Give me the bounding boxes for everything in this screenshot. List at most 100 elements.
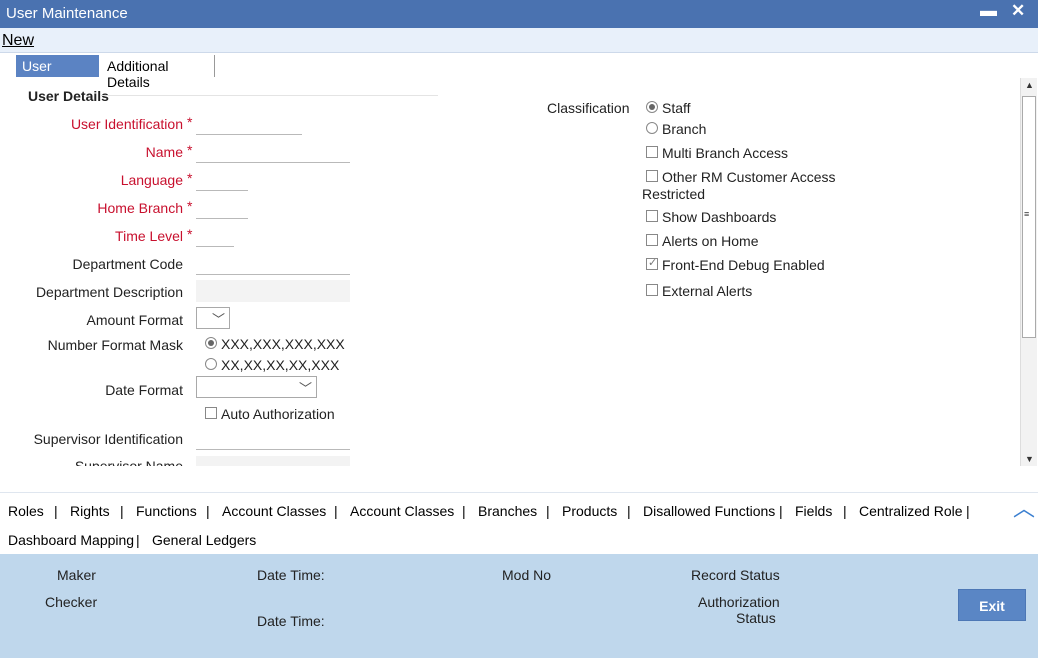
link-separator: | [966, 503, 970, 519]
number-format-radio-2[interactable] [205, 358, 217, 370]
supervisor-identification-field[interactable] [196, 428, 350, 450]
link-account-classes-2[interactable]: Account Classes [350, 503, 454, 519]
link-products[interactable]: Products [562, 503, 617, 519]
scroll-up-icon[interactable]: ▲ [1025, 80, 1034, 90]
required-marker: * [187, 114, 193, 130]
home-branch-label: Home Branch [97, 200, 183, 216]
multi-branch-access-label: Multi Branch Access [662, 145, 789, 161]
link-roles[interactable]: Roles [8, 503, 44, 519]
authorization-status-label-line2: Status [736, 610, 776, 626]
classification-staff-radio[interactable] [646, 101, 658, 113]
link-separator: | [54, 503, 58, 519]
link-disallowed-functions[interactable]: Disallowed Functions [643, 503, 775, 519]
department-code-label: Department Code [72, 256, 183, 272]
vertical-scrollbar[interactable]: ▲ ≡ ▼ [1020, 78, 1037, 466]
external-alerts-label: External Alerts [662, 283, 753, 299]
window-title: User Maintenance [6, 5, 128, 22]
department-description-field [196, 280, 350, 302]
new-link[interactable]: New [2, 32, 34, 50]
minimize-icon[interactable]: ▬ [980, 1, 997, 21]
authorization-status-label: Authorization [698, 594, 780, 610]
link-general-ledgers[interactable]: General Ledgers [152, 532, 256, 548]
user-identification-label: User Identification [70, 116, 183, 132]
link-dashboard-mapping[interactable]: Dashboard Mapping [8, 532, 134, 548]
chevron-down-icon: ﹀ [211, 312, 225, 327]
link-separator: | [334, 503, 338, 519]
maker-date-time-label: Date Time: [257, 567, 325, 583]
user-identification-field[interactable] [196, 113, 302, 135]
time-level-label: Time Level [115, 228, 183, 244]
language-label: Language [120, 172, 183, 188]
classification-staff-label: Staff [662, 100, 691, 116]
language-field[interactable] [196, 169, 248, 191]
link-separator: | [462, 503, 466, 519]
required-marker: * [187, 226, 193, 242]
scroll-grip-icon: ≡ [1024, 209, 1030, 219]
time-level-field[interactable] [196, 225, 234, 247]
menu-bar: New [0, 28, 1038, 53]
classification-branch-radio[interactable] [646, 122, 658, 134]
other-rm-customer-access-label-line2: Restricted [642, 186, 706, 202]
show-dashboards-checkbox[interactable] [646, 210, 658, 222]
other-rm-customer-access-label: Other RM Customer Access [662, 169, 836, 185]
alerts-on-home-checkbox[interactable] [646, 234, 658, 246]
supervisor-name-field [196, 456, 350, 466]
department-description-label: Department Description [35, 284, 183, 300]
exit-button[interactable]: Exit [958, 589, 1026, 621]
classification-label: Classification [547, 100, 630, 116]
link-functions[interactable]: Functions [136, 503, 197, 519]
classification-branch-label: Branch [662, 121, 707, 137]
auto-authorization-label: Auto Authorization [221, 406, 335, 422]
link-fields[interactable]: Fields [795, 503, 832, 519]
close-icon[interactable]: ✕ [1011, 1, 1025, 21]
link-separator: | [843, 503, 847, 519]
external-alerts-checkbox[interactable] [646, 284, 658, 296]
link-rights[interactable]: Rights [70, 503, 110, 519]
record-status-label: Record Status [691, 567, 780, 583]
auto-authorization-checkbox[interactable] [205, 407, 217, 419]
link-centralized-role[interactable]: Centralized Role [859, 503, 963, 519]
name-label: Name [145, 144, 183, 160]
supervisor-name-label: Supervisor Name [74, 458, 183, 466]
front-end-debug-checkbox[interactable] [646, 256, 658, 270]
home-branch-field[interactable] [196, 197, 248, 219]
checker-date-time-label: Date Time: [257, 613, 325, 629]
chevron-up-icon[interactable]: ︿ [1013, 491, 1035, 523]
other-rm-customer-access-checkbox[interactable] [646, 170, 658, 182]
tab-user-details[interactable]: User Details [16, 55, 99, 90]
link-account-classes[interactable]: Account Classes [222, 503, 326, 519]
date-format-select[interactable]: ﹀ [196, 376, 317, 398]
number-format-option-2: XX,XX,XX,XX,XXX [221, 357, 340, 373]
link-separator: | [779, 503, 783, 519]
amount-format-select[interactable]: ﹀ [196, 307, 230, 329]
front-end-debug-label: Front-End Debug Enabled [662, 257, 825, 273]
tab-additional-details[interactable]: Additional Details [101, 55, 215, 90]
supervisor-identification-label: Supervisor Identification [33, 431, 183, 447]
section-divider [100, 95, 438, 96]
number-format-radio-1[interactable] [205, 337, 217, 349]
user-details-panel: User Details User Identification * Name … [0, 78, 1020, 466]
subsystem-link-bar: Roles | Rights | Functions | Account Cla… [0, 492, 1038, 554]
link-separator: | [206, 503, 210, 519]
link-branches[interactable]: Branches [478, 503, 537, 519]
scroll-down-icon[interactable]: ▼ [1025, 454, 1034, 464]
show-dashboards-label: Show Dashboards [662, 209, 777, 225]
required-marker: * [187, 198, 193, 214]
audit-footer: Maker Checker Date Time: Date Time: Mod … [0, 554, 1038, 658]
required-marker: * [187, 142, 193, 158]
link-separator: | [627, 503, 631, 519]
name-field[interactable] [196, 141, 350, 163]
checker-label: Checker [45, 594, 98, 610]
department-code-field[interactable] [196, 253, 350, 275]
mod-no-label: Mod No [502, 567, 552, 583]
multi-branch-access-checkbox[interactable] [646, 146, 658, 158]
window-title-bar: User Maintenance ▬ ✕ [0, 0, 1038, 28]
date-format-label: Date Format [105, 382, 183, 398]
link-separator: | [136, 532, 140, 548]
amount-format-label: Amount Format [86, 312, 183, 328]
required-marker: * [187, 170, 193, 186]
alerts-on-home-label: Alerts on Home [662, 233, 759, 249]
maker-label: Maker [57, 567, 96, 583]
section-title: User Details [28, 88, 109, 104]
number-format-option-1: XXX,XXX,XXX,XXX [221, 336, 345, 352]
